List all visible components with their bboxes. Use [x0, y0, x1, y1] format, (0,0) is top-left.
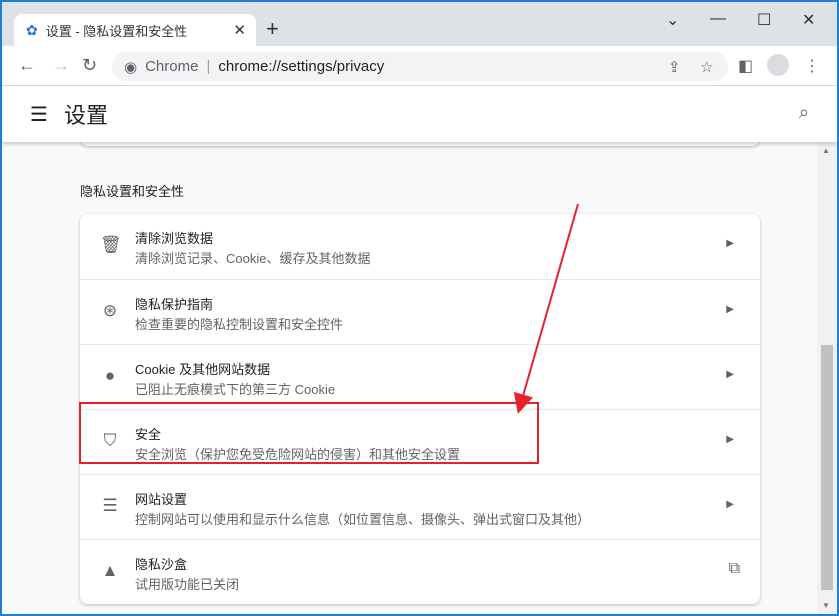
arrow-line	[513, 203, 579, 414]
annotation-arrow	[513, 203, 579, 414]
